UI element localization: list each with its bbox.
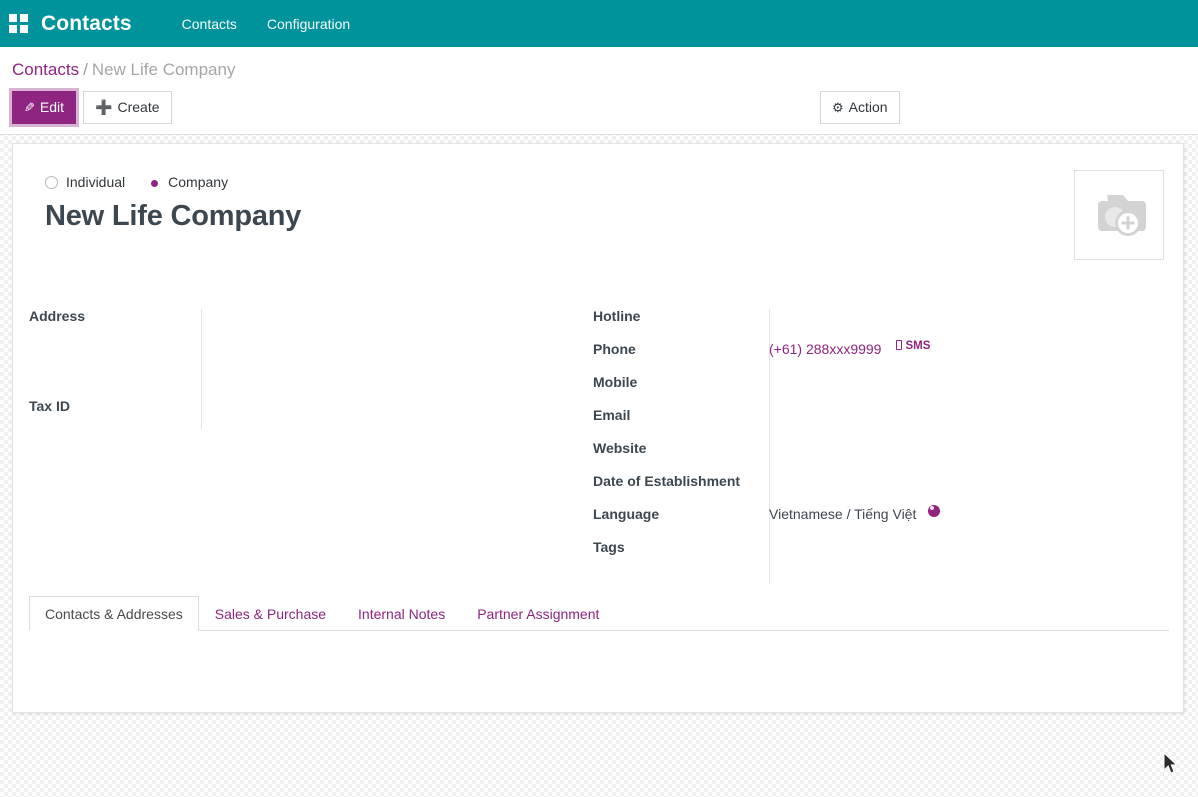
notebook: Contacts & Addresses Sales & Purchase In…: [29, 596, 1169, 701]
contact-type-radio-group: Individual Company: [45, 174, 1167, 190]
radio-company-label: Company: [168, 174, 228, 190]
record-name-title: New Life Company: [45, 200, 1167, 233]
field-value-phone[interactable]: (+61) 288xxx9999: [769, 340, 881, 357]
radio-selected-icon: [147, 176, 160, 189]
field-label-tags: Tags: [593, 538, 769, 555]
field-row-website: Website: [593, 439, 1163, 472]
top-navbar: Contacts Contacts Configuration: [0, 0, 1198, 47]
field-row-tax-id: Tax ID: [29, 397, 589, 430]
edit-button[interactable]: ✎ Edit: [12, 91, 76, 124]
action-button-label: Action: [849, 100, 888, 114]
tab-internal-notes[interactable]: Internal Notes: [342, 596, 461, 631]
left-field-group: Address Tax ID: [29, 307, 589, 430]
field-label-mobile: Mobile: [593, 373, 769, 390]
navbar-item-configuration[interactable]: Configuration: [255, 10, 362, 38]
sms-link[interactable]: SMS: [896, 340, 930, 352]
navbar-item-contacts[interactable]: Contacts: [170, 10, 249, 38]
breadcrumb: Contacts/New Life Company: [12, 60, 235, 80]
field-label-phone: Phone: [593, 340, 769, 357]
notebook-tab-list: Contacts & Addresses Sales & Purchase In…: [29, 596, 1169, 631]
address-body-spacer: [29, 340, 589, 397]
field-label-language: Language: [593, 505, 769, 522]
breadcrumb-separator: /: [83, 60, 88, 79]
tab-partner-assignment[interactable]: Partner Assignment: [461, 596, 615, 631]
globe-icon[interactable]: [928, 505, 940, 517]
field-row-address: Address: [29, 307, 589, 340]
app-brand-title[interactable]: Contacts: [41, 12, 132, 36]
field-label-hotline: Hotline: [593, 307, 769, 324]
record-action-buttons: ✎ Edit ➕ Create: [12, 91, 172, 124]
pencil-icon: ✎: [24, 101, 35, 114]
field-row-email: Email: [593, 406, 1163, 439]
field-row-language: Language Vietnamese / Tiếng Việt: [593, 505, 1163, 538]
create-button[interactable]: ➕ Create: [83, 91, 171, 124]
edit-button-label: Edit: [40, 100, 64, 114]
apps-grid-icon[interactable]: [9, 14, 29, 34]
field-label-address: Address: [29, 307, 201, 324]
radio-company[interactable]: Company: [147, 174, 228, 190]
mouse-pointer-icon: [1163, 752, 1179, 776]
field-value-language[interactable]: Vietnamese / Tiếng Việt: [769, 505, 916, 522]
create-button-label: Create: [117, 100, 159, 114]
right-field-group: Hotline Phone (+61) 288xxx9999 SMS Mobil…: [593, 307, 1163, 571]
field-label-email: Email: [593, 406, 769, 423]
field-label-date-of-establishment: Date of Establishment: [593, 472, 769, 489]
radio-individual[interactable]: Individual: [45, 174, 125, 190]
gear-icon: ⚙: [832, 101, 844, 114]
field-row-date-of-establishment: Date of Establishment: [593, 472, 1163, 505]
page-background: Contacts Contacts Configuration Contacts…: [0, 0, 1198, 797]
field-row-phone: Phone (+61) 288xxx9999 SMS: [593, 340, 1163, 373]
avatar-upload-box[interactable]: [1074, 170, 1164, 260]
field-row-tags: Tags: [593, 538, 1163, 571]
tab-sales-and-purchase[interactable]: Sales & Purchase: [199, 596, 342, 631]
plus-icon: ➕: [95, 100, 112, 114]
field-row-mobile: Mobile: [593, 373, 1163, 406]
breadcrumb-root-link[interactable]: Contacts: [12, 60, 79, 79]
notebook-active-panel: [29, 631, 1169, 701]
radio-individual-label: Individual: [66, 174, 125, 190]
record-form-sheet: Individual Company New Life Company: [12, 143, 1184, 713]
field-row-hotline: Hotline: [593, 307, 1163, 340]
camera-add-icon: [1087, 189, 1151, 241]
tab-contacts-and-addresses[interactable]: Contacts & Addresses: [29, 596, 199, 631]
control-panel: Contacts/New Life Company ✎Edit ➕Create …: [0, 47, 1198, 135]
action-button[interactable]: ⚙ Action: [820, 91, 900, 124]
sms-link-label: SMS: [905, 340, 930, 352]
mobile-icon: [896, 340, 902, 350]
field-label-tax-id: Tax ID: [29, 397, 201, 414]
radio-unselected-icon: [45, 176, 58, 189]
field-label-website: Website: [593, 439, 769, 456]
breadcrumb-current: New Life Company: [92, 60, 236, 79]
